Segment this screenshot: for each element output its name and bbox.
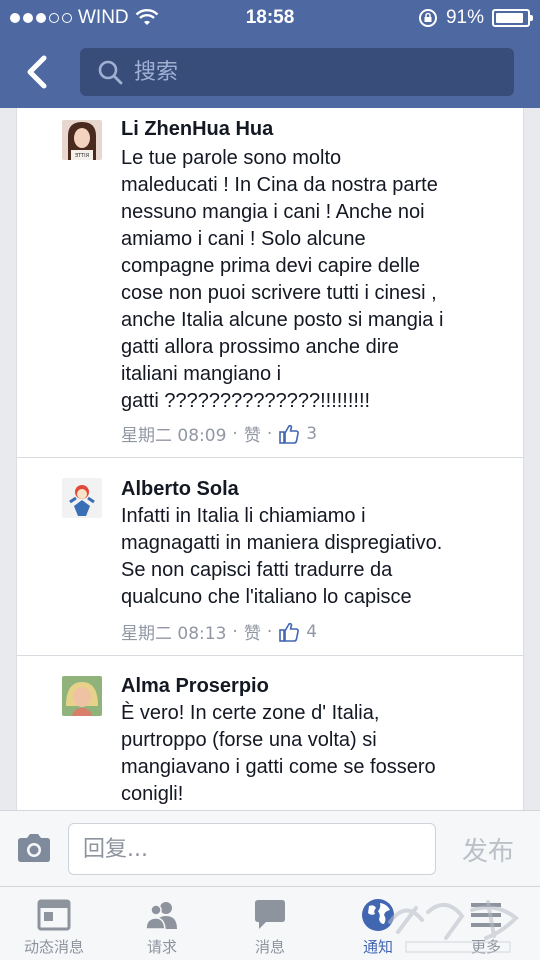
- comment-time: 星期二 08:13: [121, 624, 227, 644]
- tab-bar: 动态消息 请求 消息 通知 更多: [0, 886, 540, 960]
- tab-more[interactable]: 更多: [432, 887, 540, 960]
- comment-author[interactable]: Alma Proserpio: [121, 675, 269, 698]
- messages-icon: [255, 900, 285, 929]
- avatar[interactable]: ƎTTIЯ: [62, 120, 102, 160]
- thumbs-up-icon: [279, 622, 300, 642]
- separator: ·: [232, 621, 238, 642]
- friend-requests-icon: [145, 902, 177, 930]
- like-count[interactable]: 3: [306, 424, 317, 444]
- search-input[interactable]: [134, 59, 494, 85]
- separator: ·: [232, 423, 238, 444]
- tab-label: 动态消息: [23, 938, 84, 956]
- camera-icon[interactable]: [16, 833, 52, 863]
- search-icon: [98, 60, 123, 85]
- comment-meta: 星期二 08:09 · 赞 · 3: [121, 421, 317, 447]
- back-arrow-icon[interactable]: [20, 50, 56, 94]
- post-button[interactable]: 发布: [448, 831, 528, 868]
- news-feed-icon: [37, 899, 71, 931]
- battery-percent: 91%: [445, 7, 484, 28]
- comment-meta: 星期二 08:13 · 赞 · 4: [121, 619, 317, 645]
- reply-bar: 发布: [0, 810, 540, 886]
- tab-label: 请求: [146, 938, 177, 956]
- battery-icon: [492, 9, 533, 27]
- tab-label: 通知: [362, 938, 393, 956]
- comment-text: Le tue parole sono molto maleducati ! In…: [121, 147, 444, 412]
- tab-label: 更多: [470, 938, 501, 956]
- comment-time: 星期二 08:09: [121, 426, 227, 446]
- like-button[interactable]: 赞: [244, 619, 261, 644]
- tab-requests[interactable]: 请求: [108, 887, 216, 960]
- comment-item: ƎTTIЯ Li ZhenHua Hua Le tue parole sono …: [17, 108, 523, 458]
- tab-messages[interactable]: 消息: [216, 887, 324, 960]
- separator: ·: [266, 621, 273, 642]
- status-bar: WIND 18:58 91%: [0, 0, 540, 36]
- search-bar[interactable]: [80, 48, 514, 96]
- comment-author[interactable]: Li ZhenHua Hua: [121, 118, 273, 141]
- rotation-lock-icon: [418, 9, 437, 27]
- comment-item: Alma Proserpio È vero! In certe zone d' …: [17, 656, 523, 810]
- avatar[interactable]: [62, 676, 102, 716]
- comment-text: È vero! In certe zone d' Italia, purtrop…: [121, 702, 436, 805]
- tab-label: 消息: [254, 938, 285, 956]
- tab-news-feed[interactable]: 动态消息: [0, 887, 108, 960]
- comment-author[interactable]: Alberto Sola: [121, 478, 239, 501]
- notifications-globe-icon: [362, 899, 394, 931]
- comments-list: ƎTTIЯ Li ZhenHua Hua Le tue parole sono …: [16, 108, 524, 810]
- comment-item: Alberto Sola Infatti in Italia li chiami…: [17, 458, 523, 656]
- avatar[interactable]: [62, 478, 102, 518]
- header: WIND 18:58 91%: [0, 0, 540, 108]
- thumbs-up-icon: [279, 424, 300, 444]
- svg-text:ƎTTIЯ: ƎTTIЯ: [75, 153, 89, 159]
- more-menu-icon: [471, 903, 501, 927]
- separator: ·: [266, 423, 273, 444]
- tab-notifications[interactable]: 通知: [324, 887, 432, 960]
- reply-input[interactable]: [68, 823, 436, 875]
- comment-text: Infatti in Italia li chiamiamo i magnaga…: [121, 505, 443, 608]
- navigation-bar: [0, 36, 540, 108]
- like-count[interactable]: 4: [306, 622, 317, 642]
- like-button[interactable]: 赞: [244, 421, 261, 446]
